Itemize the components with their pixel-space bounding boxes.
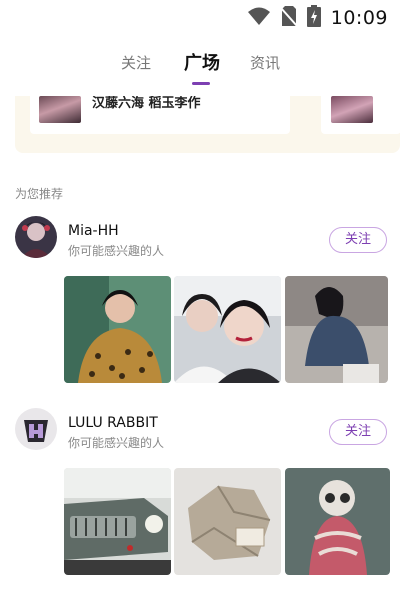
user-subtitle: 你可能感兴趣的人 (68, 244, 165, 258)
avatar[interactable] (15, 216, 57, 258)
promo-thumbnail-next (331, 96, 373, 123)
promo-card-title: 汉藤六海 稻玉李作 (92, 96, 201, 111)
tab-follow[interactable]: 关注 (121, 52, 151, 73)
status-icons: 10:09 (247, 5, 388, 31)
tab-square[interactable]: 广场 (184, 49, 220, 75)
follow-button[interactable]: 关注 (329, 419, 387, 445)
promo-card-next[interactable] (321, 96, 400, 134)
status-time: 10:09 (330, 7, 388, 29)
promo-carousel[interactable]: 汉藤六海 稻玉李作 (15, 96, 400, 153)
photo-two-women-selfie[interactable] (174, 276, 281, 383)
no-sim-icon (279, 5, 298, 31)
user-name[interactable]: LULU RABBIT (68, 415, 158, 431)
user-subtitle: 你可能感兴趣的人 (68, 436, 165, 450)
tab-news[interactable]: 资讯 (250, 52, 280, 73)
status-bar: 10:09 (0, 0, 400, 36)
user-name[interactable]: Mia-HH (68, 223, 119, 239)
photo-robot-figure[interactable] (285, 468, 390, 575)
promo-card[interactable]: 汉藤六海 稻玉李作 (30, 96, 290, 134)
section-label-recommend: 为您推荐 (15, 187, 64, 201)
photo-woman-denim-shirt[interactable] (285, 276, 388, 383)
photo-stone-sculpture[interactable] (174, 468, 281, 575)
photo-vintage-car[interactable] (64, 468, 171, 575)
photo-portrait-leopard-coat[interactable] (64, 276, 171, 383)
follow-button[interactable]: 关注 (329, 227, 387, 253)
promo-thumbnail (39, 96, 81, 123)
battery-charging-icon (306, 5, 321, 31)
wifi-icon (247, 6, 271, 30)
avatar[interactable] (15, 408, 57, 450)
user-photo-row (64, 468, 390, 575)
user-photo-row (64, 276, 390, 383)
active-tab-indicator (192, 82, 210, 85)
